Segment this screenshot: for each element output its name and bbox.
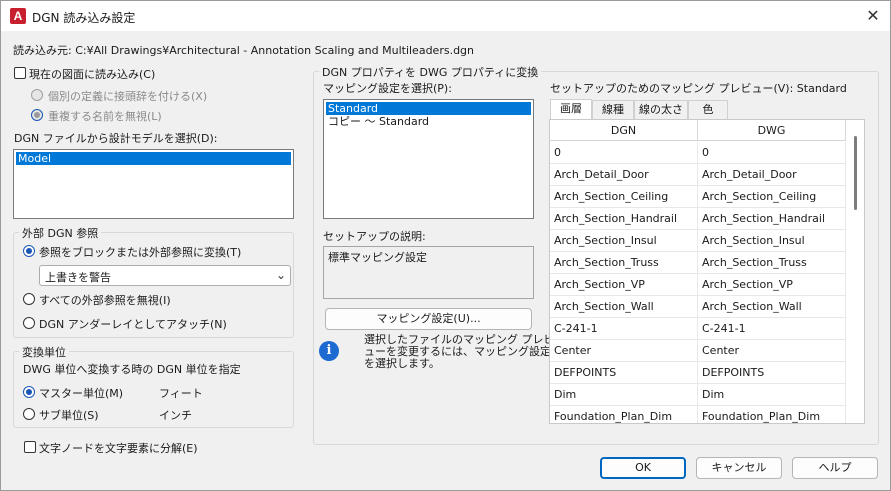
overwrite-combo[interactable]: 上書きを警告 ⌄	[39, 265, 291, 286]
column-header-dgn[interactable]: DGN	[550, 120, 698, 141]
attach-underlay-radio[interactable]	[23, 317, 35, 329]
overwrite-combo-value: 上書きを警告	[45, 271, 111, 284]
cell-dwg[interactable]: Dim	[698, 384, 846, 406]
setup-description-box: 標準マッピング設定	[323, 246, 534, 299]
mapping-select-label: マッピング設定を選択(P):	[323, 82, 452, 95]
tab-lineweight[interactable]: 線の太さ	[634, 100, 688, 119]
ok-button[interactable]: OK	[600, 457, 686, 479]
sub-unit-value: インチ	[159, 409, 192, 422]
explode-text-checkbox[interactable]	[24, 441, 36, 453]
cell-dgn[interactable]: Center	[550, 340, 698, 362]
units-description: DWG 単位へ変換する時の DGN 単位を指定	[23, 363, 241, 376]
external-ref-title: 外部 DGN 参照	[19, 225, 102, 241]
scrollbar-thumb[interactable]	[854, 136, 857, 210]
info-text-line: を選択します。	[364, 357, 440, 370]
close-icon[interactable]: ✕	[862, 5, 884, 27]
mapping-group-title: DGN プロパティを DWG プロパティに変換	[319, 64, 542, 80]
prefix-radio[interactable]	[31, 89, 43, 101]
attach-underlay-label[interactable]: DGN アンダーレイとしてアタッチ(N)	[39, 316, 227, 332]
cell-dgn[interactable]: Dim	[550, 384, 698, 406]
autocad-app-icon: A	[10, 8, 26, 24]
title-bar: A DGN 読み込み設定 ✕	[1, 1, 890, 31]
window-title: DGN 読み込み設定	[32, 11, 136, 25]
tab-color[interactable]: 色	[688, 100, 728, 119]
master-unit-value: フィート	[159, 387, 203, 400]
help-button[interactable]: ヘルプ	[792, 457, 878, 479]
chevron-down-icon: ⌄	[276, 268, 287, 282]
explode-text-label[interactable]: 文字ノードを文字要素に分解(E)	[39, 440, 198, 456]
dgn-import-dialog: A DGN 読み込み設定 ✕ 読み込み元: C:¥All Drawings¥Ar…	[0, 0, 891, 491]
model-listbox[interactable]: Model	[13, 149, 294, 219]
cell-dgn[interactable]: Arch_Section_Insul	[550, 230, 698, 252]
ignore-duplicates-radio[interactable]	[31, 109, 43, 121]
model-list-item[interactable]: Model	[16, 152, 291, 165]
cell-dgn[interactable]: Arch_Section_Wall	[550, 296, 698, 318]
cell-dwg[interactable]: Arch_Section_Wall	[698, 296, 846, 318]
cell-dwg[interactable]: Arch_Section_Handrail	[698, 208, 846, 230]
cell-dwg[interactable]: Arch_Section_VP	[698, 274, 846, 296]
setup-description-value: 標準マッピング設定	[328, 251, 427, 264]
tab-linetype[interactable]: 線種	[592, 100, 634, 119]
cell-dwg[interactable]: Arch_Section_Ceiling	[698, 186, 846, 208]
info-icon: i	[319, 341, 339, 361]
cell-dgn[interactable]: Arch_Section_VP	[550, 274, 698, 296]
setup-description-label: セットアップの説明:	[323, 230, 426, 243]
preview-grid[interactable]: DGN DWG 0 0 Arch_Detail_Door Arch_Detail_Do…	[549, 119, 865, 424]
cell-dgn[interactable]: Foundation_Plan_Dim	[550, 406, 698, 423]
info-text: 選択したファイルのマッピング プレビ ューを変更するには、マッピング設定 を選択…	[364, 334, 555, 370]
cell-dgn[interactable]: 0	[550, 142, 698, 164]
cancel-button[interactable]: キャンセル	[696, 457, 782, 479]
ignore-all-ref-radio[interactable]	[23, 293, 35, 305]
cell-dwg[interactable]: Arch_Detail_Door	[698, 164, 846, 186]
model-select-label: DGN ファイルから設計モデルを選択(D):	[14, 132, 218, 145]
cell-dwg[interactable]: Center	[698, 340, 846, 362]
mapping-settings-button[interactable]: マッピング設定(U)...	[325, 308, 532, 330]
column-header-dwg[interactable]: DWG	[698, 120, 846, 141]
cell-dwg[interactable]: Arch_Section_Insul	[698, 230, 846, 252]
sub-unit-label[interactable]: サブ単位(S)	[39, 407, 99, 423]
cell-dwg[interactable]: 0	[698, 142, 846, 164]
cell-dwg[interactable]: C-241-1	[698, 318, 846, 340]
cell-dgn[interactable]: Arch_Section_Truss	[550, 252, 698, 274]
tab-layer[interactable]: 画層	[550, 99, 592, 119]
cell-dgn[interactable]: Arch_Section_Ceiling	[550, 186, 698, 208]
convert-ref-label[interactable]: 参照をブロックまたは外部参照に変換(T)	[39, 244, 241, 260]
master-unit-radio[interactable]	[23, 386, 35, 398]
mapping-listbox[interactable]: Standard コピー 〜 Standard	[323, 99, 534, 219]
preview-label: セットアップのためのマッピング プレビュー(V): Standard	[550, 82, 847, 95]
convert-ref-radio[interactable]	[23, 245, 35, 257]
cell-dwg[interactable]: Foundation_Plan_Dim	[698, 406, 846, 423]
mapping-list-item[interactable]: Standard	[326, 102, 531, 115]
scrollbar[interactable]	[848, 120, 864, 423]
source-path: 読み込み元: C:¥All Drawings¥Architectural - A…	[13, 44, 475, 57]
import-current-checkbox[interactable]	[14, 67, 26, 79]
ignore-all-ref-label[interactable]: すべての外部参照を無視(I)	[39, 292, 171, 308]
cell-dgn[interactable]: Arch_Detail_Door	[550, 164, 698, 186]
master-unit-label[interactable]: マスター単位(M)	[39, 385, 123, 401]
prefix-label: 個別の定義に接頭辞を付ける(X)	[48, 90, 208, 103]
cell-dgn[interactable]: C-241-1	[550, 318, 698, 340]
cell-dgn[interactable]: DEFPOINTS	[550, 362, 698, 384]
cell-dwg[interactable]: Arch_Section_Truss	[698, 252, 846, 274]
mapping-list-item[interactable]: コピー 〜 Standard	[326, 115, 531, 128]
cell-dwg[interactable]: DEFPOINTS	[698, 362, 846, 384]
import-current-label[interactable]: 現在の図面に読み込み(C)	[29, 66, 155, 82]
ignore-duplicates-label: 重複する名前を無視(L)	[48, 110, 162, 123]
units-title: 変換単位	[19, 344, 69, 360]
cell-dgn[interactable]: Arch_Section_Handrail	[550, 208, 698, 230]
sub-unit-radio[interactable]	[23, 408, 35, 420]
